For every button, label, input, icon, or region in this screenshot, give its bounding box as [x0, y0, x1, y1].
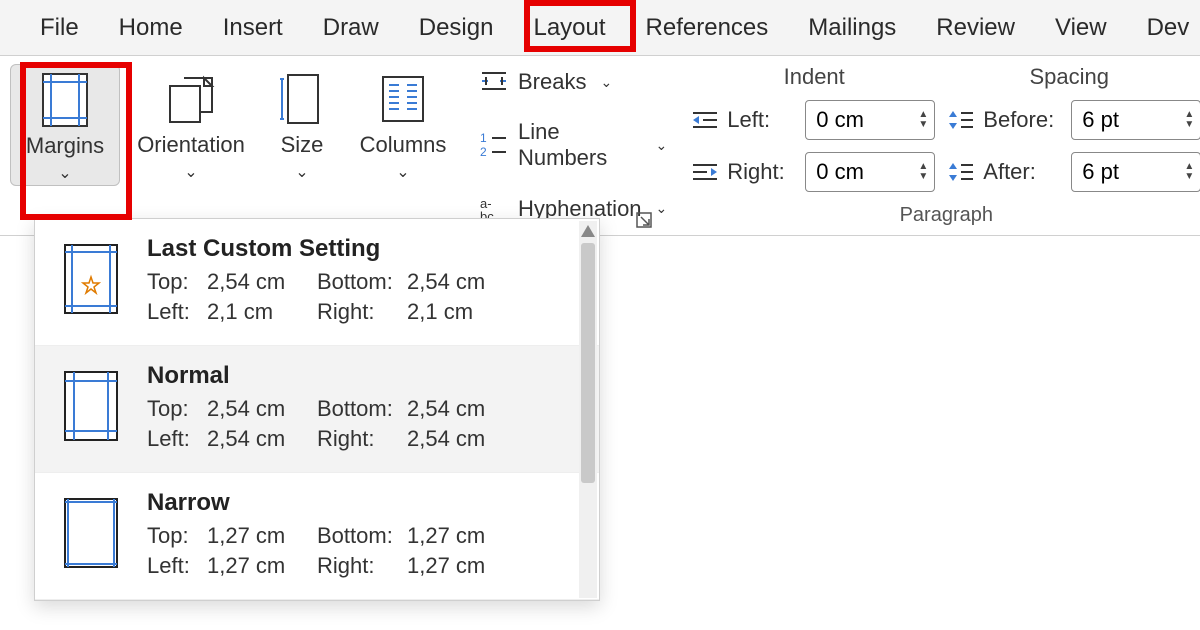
spacing-after-label: After:: [983, 159, 1063, 185]
indent-left-icon: [691, 109, 719, 131]
indent-left-label: Left:: [727, 107, 797, 133]
tab-layout[interactable]: Layout: [513, 4, 625, 52]
chevron-down-icon: ⌄: [656, 137, 668, 154]
chevron-down-icon: ⌄: [396, 162, 409, 182]
size-button[interactable]: Size ⌄: [262, 64, 342, 186]
spacing-before-label: Before:: [983, 107, 1063, 133]
preset-values: Top:1,27 cmBottom:1,27 cm Left:1,27 cmRi…: [147, 523, 569, 579]
spacing-header: Spacing: [1029, 64, 1109, 90]
tab-file[interactable]: File: [20, 4, 99, 52]
margins-icon: [41, 71, 89, 129]
breaks-icon: [480, 69, 508, 95]
size-label: Size: [281, 132, 324, 158]
tab-references[interactable]: References: [626, 4, 789, 52]
margins-button[interactable]: Margins ⌄: [10, 64, 120, 186]
line-numbers-button[interactable]: 12 Line Numbers ⌄: [474, 115, 673, 175]
breaks-button[interactable]: Breaks ⌄: [474, 65, 673, 99]
orientation-icon: [164, 70, 218, 128]
chevron-down-icon: ⌄: [295, 162, 308, 182]
ribbon-tabs: File Home Insert Draw Design Layout Refe…: [0, 0, 1200, 56]
columns-label: Columns: [360, 132, 447, 158]
chevron-down-icon: ⌄: [184, 162, 197, 182]
scrollbar[interactable]: [579, 221, 597, 598]
page-setup-small: Breaks ⌄ 12 Line Numbers ⌄ a-bc Hyphenat…: [468, 56, 673, 235]
preset-values: Top:2,54 cmBottom:2,54 cm Left:2,1 cmRig…: [147, 269, 569, 325]
tab-developer[interactable]: Dev: [1127, 4, 1200, 52]
svg-text:1: 1: [480, 132, 487, 145]
margin-preset-icon: [63, 370, 119, 442]
tab-insert[interactable]: Insert: [203, 4, 303, 52]
chevron-down-icon: ⌄: [600, 74, 612, 91]
indent-right-icon: [691, 161, 719, 183]
spacing-before-icon: [947, 109, 975, 131]
spacing-before-input[interactable]: 6 pt▲▼: [1071, 100, 1200, 140]
line-numbers-icon: 12: [480, 132, 508, 158]
tab-home[interactable]: Home: [99, 4, 203, 52]
orientation-label: Orientation: [137, 132, 245, 158]
chevron-down-icon: ⌄: [58, 163, 71, 183]
paragraph-group-name: Paragraph: [691, 204, 1200, 227]
margins-label: Margins: [26, 133, 104, 159]
columns-button[interactable]: Columns ⌄: [348, 64, 458, 186]
margins-option[interactable]: Last Custom Setting Top:2,54 cmBottom:2,…: [35, 219, 599, 346]
indent-header: Indent: [784, 64, 845, 90]
margins-dropdown: Last Custom Setting Top:2,54 cmBottom:2,…: [34, 218, 600, 601]
size-icon: [278, 70, 326, 128]
orientation-button[interactable]: Orientation ⌄: [126, 64, 256, 186]
indent-right-label: Right:: [727, 159, 797, 185]
preset-values: Top:2,54 cmBottom:2,54 cm Left:2,54 cmRi…: [147, 396, 569, 452]
preset-title: Normal: [147, 362, 569, 390]
spacing-after-icon: [947, 161, 975, 183]
tab-view[interactable]: View: [1035, 4, 1127, 52]
indent-left-input[interactable]: 0 cm▲▼: [805, 100, 935, 140]
margins-option[interactable]: Narrow Top:1,27 cmBottom:1,27 cm Left:1,…: [35, 473, 599, 600]
svg-text:2: 2: [480, 145, 487, 158]
margins-option[interactable]: Normal Top:2,54 cmBottom:2,54 cm Left:2,…: [35, 346, 599, 473]
tab-review[interactable]: Review: [916, 4, 1035, 52]
tab-design[interactable]: Design: [399, 4, 514, 52]
page-setup-group: Margins ⌄ Orientation ⌄ Size ⌄: [0, 56, 468, 235]
dialog-launcher-icon[interactable]: [635, 211, 657, 233]
margin-preset-icon: [63, 243, 119, 315]
chevron-down-icon: ⌄: [656, 200, 668, 217]
indent-right-input[interactable]: 0 cm▲▼: [805, 152, 935, 192]
paragraph-group: Indent Spacing Left: 0 cm▲▼ Before: 6 pt…: [673, 56, 1200, 235]
margin-preset-icon: [63, 497, 119, 569]
tab-draw[interactable]: Draw: [303, 4, 399, 52]
columns-icon: [379, 70, 427, 128]
preset-title: Last Custom Setting: [147, 235, 569, 263]
ribbon-toolbar: Margins ⌄ Orientation ⌄ Size ⌄: [0, 56, 1200, 236]
tab-mailings[interactable]: Mailings: [788, 4, 916, 52]
preset-title: Narrow: [147, 489, 569, 517]
spacing-after-input[interactable]: 6 pt▲▼: [1071, 152, 1200, 192]
